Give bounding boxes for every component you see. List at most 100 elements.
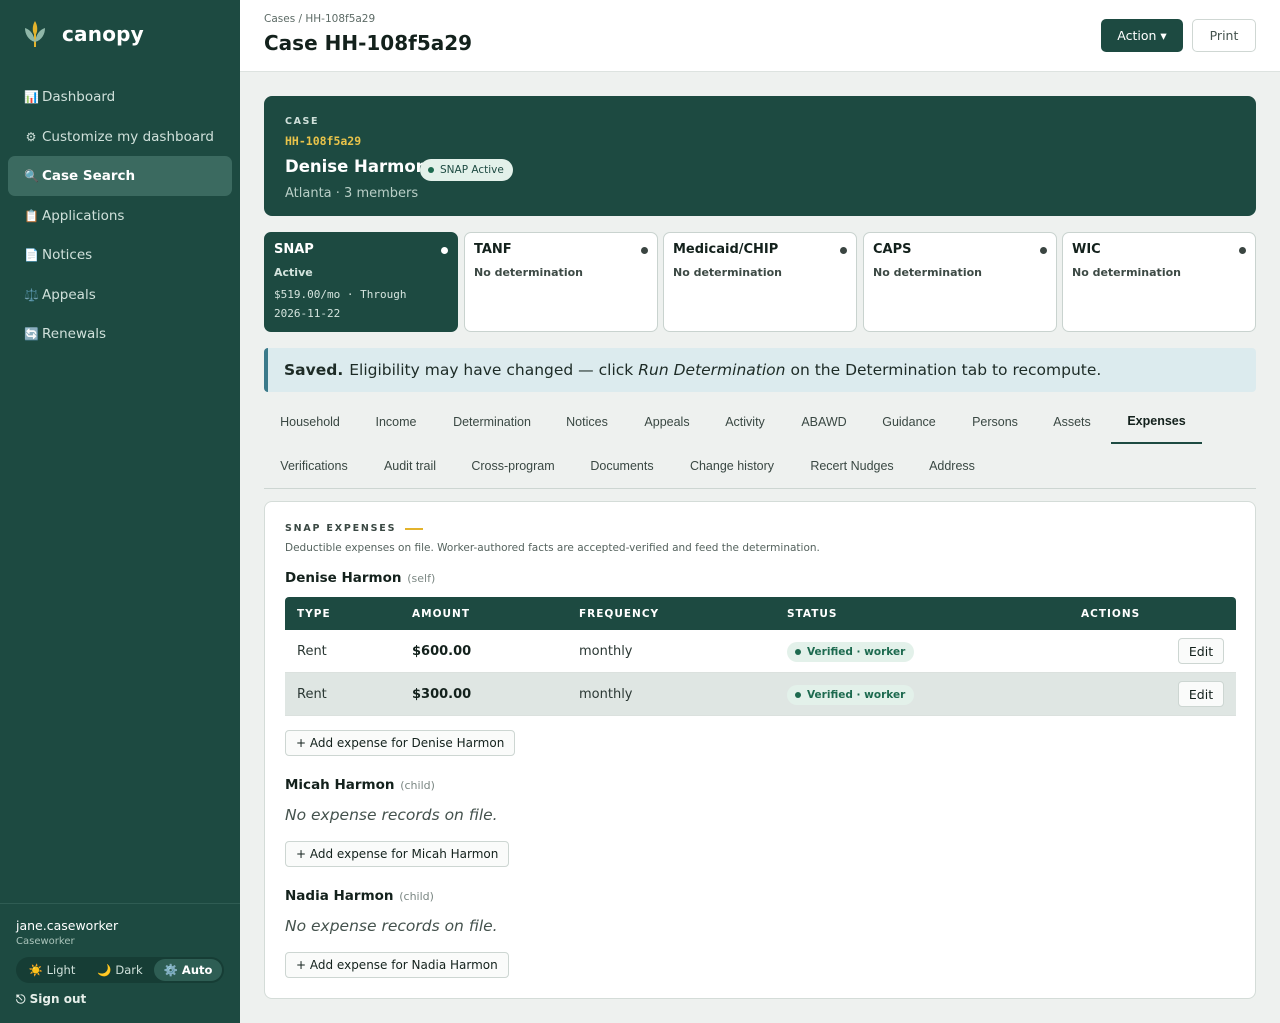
case-meta: Atlanta · 3 members — [285, 186, 419, 201]
add-expense-button-nadia[interactable]: + Add expense for Nadia Harmon — [285, 952, 509, 978]
user-role: Caseworker — [16, 936, 75, 947]
status-dot-icon — [795, 648, 801, 655]
person-name: Micah Harmon — [285, 777, 395, 793]
tab-assets[interactable]: Assets — [1040, 400, 1104, 444]
program-benefit: $519.00/mo · Through — [274, 288, 407, 301]
empty-state: No expense records on file. — [285, 917, 498, 935]
brand-name: canopy — [62, 22, 144, 46]
status-badge: Verified · worker — [787, 641, 915, 662]
column-header-amount: AMOUNT — [412, 607, 470, 620]
sidebar-item-appeals[interactable]: ⚖️ Appeals — [8, 275, 232, 315]
program-card-medicaid-chip[interactable]: Medicaid/CHIP No determination — [663, 232, 857, 332]
sidebar-item-label: Customize my dashboard — [42, 128, 214, 145]
tab-address[interactable]: Address — [916, 444, 988, 488]
expenses-panel: SNAP EXPENSES Deductible expenses on fil… — [264, 501, 1256, 999]
tab-household[interactable]: Household — [264, 400, 356, 444]
expenses-table: TYPE AMOUNT FREQUENCY STATUS ACTIONS Ren… — [285, 597, 1236, 716]
sidebar-item-renewals[interactable]: 🔄 Renewals — [8, 314, 232, 354]
edit-button[interactable]: Edit — [1178, 681, 1224, 707]
program-name: SNAP — [274, 242, 314, 257]
expense-type: Rent — [297, 644, 327, 659]
add-expense-button-denise[interactable]: + Add expense for Denise Harmon — [285, 730, 516, 756]
scales-icon: ⚖️ — [24, 287, 39, 302]
sign-out-link[interactable]: ⎋ Sign out — [16, 992, 224, 1007]
empty-state: No expense records on file. — [285, 806, 498, 824]
tab-activity[interactable]: Activity — [712, 400, 778, 444]
alert-strong: Saved. — [284, 361, 344, 379]
tab-abawd[interactable]: ABAWD — [790, 400, 858, 444]
tab-income[interactable]: Income — [360, 400, 432, 444]
tab-appeals[interactable]: Appeals — [628, 400, 706, 444]
person-heading: Micah Harmon (child) — [285, 777, 435, 793]
theme-light-button[interactable]: ☀️ Light — [18, 959, 86, 981]
sidebar-item-notices[interactable]: 📄 Notices — [8, 235, 232, 275]
program-card-snap[interactable]: SNAP Active $519.00/mo · Through 2026-11… — [264, 232, 458, 332]
case-id: HH-108f5a29 — [285, 134, 362, 148]
edit-button[interactable]: Edit — [1178, 638, 1224, 664]
alert-text-2: on the Determination tab to recompute. — [790, 361, 1102, 379]
status-badge: SNAP Active — [420, 159, 513, 181]
program-card-tanf[interactable]: TANF No determination — [464, 232, 658, 332]
tab-determination[interactable]: Determination — [439, 400, 545, 444]
expense-status: Verified · worker — [787, 630, 915, 673]
program-status: Active — [274, 266, 313, 279]
page-title: Case HH-108f5a29 — [264, 31, 473, 55]
sidebar-item-applications[interactable]: 📋 Applications — [8, 196, 232, 236]
tab-change-history[interactable]: Change history — [676, 444, 788, 488]
program-status: No determination — [474, 266, 583, 279]
tab-cross-program[interactable]: Cross-program — [458, 444, 568, 488]
expense-frequency: monthly — [579, 687, 633, 702]
status-badge: Verified · worker — [787, 684, 915, 705]
panel-title-text: SNAP EXPENSES — [285, 523, 397, 534]
expense-status: Verified · worker — [787, 673, 915, 716]
table-row: Rent $300.00 monthly Verified · worker E… — [285, 673, 1236, 716]
add-expense-button-micah[interactable]: + Add expense for Micah Harmon — [285, 841, 510, 867]
chart-icon: 📊 — [24, 90, 39, 104]
status-dot-icon — [840, 247, 847, 254]
person-name: Nadia Harmon — [285, 888, 394, 904]
sidebar-item-case-search[interactable]: 🔍 Case Search — [8, 156, 232, 196]
panel-title: SNAP EXPENSES — [285, 523, 424, 534]
page-header: Cases / HH-108f5a29 Case HH-108f5a29 Act… — [240, 0, 1280, 72]
status-dot-icon — [441, 247, 448, 254]
search-icon: 🔍 — [24, 169, 39, 183]
program-status: No determination — [673, 266, 782, 279]
status-dot-icon — [428, 167, 434, 173]
status-label: Verified · worker — [807, 645, 906, 658]
case-banner: CASE HH-108f5a29 Denise Harmon SNAP Acti… — [264, 96, 1256, 216]
sidebar-item-dashboard[interactable]: 📊 Dashboard — [8, 77, 232, 117]
tab-expenses[interactable]: Expenses — [1111, 400, 1202, 444]
person-relation: (child) — [400, 779, 435, 792]
breadcrumb[interactable]: Cases / HH-108f5a29 — [264, 13, 375, 25]
expense-frequency: monthly — [579, 644, 633, 659]
theme-auto-button[interactable]: ⚙️ Auto — [154, 959, 222, 981]
sidebar-item-customize-dashboard[interactable]: ⚙ Customize my dashboard — [8, 117, 232, 157]
alert-text: Eligibility may have changed — click — [349, 361, 634, 379]
action-button[interactable]: Action ▾ — [1101, 19, 1183, 52]
program-name: WIC — [1072, 242, 1101, 257]
tab-notices[interactable]: Notices — [552, 400, 622, 444]
person-heading: Denise Harmon (self) — [285, 570, 435, 586]
tab-persons[interactable]: Persons — [958, 400, 1032, 444]
tab-verifications[interactable]: Verifications — [264, 444, 364, 488]
tab-recert-nudges[interactable]: Recert Nudges — [798, 444, 906, 488]
wheat-icon — [22, 20, 48, 48]
person-name: Denise Harmon — [285, 570, 402, 586]
tab-guidance[interactable]: Guidance — [869, 400, 949, 444]
status-dot-icon — [1040, 247, 1047, 254]
column-header-actions: ACTIONS — [1081, 607, 1141, 620]
print-button[interactable]: Print — [1192, 19, 1256, 52]
sidebar-item-label: Dashboard — [42, 89, 116, 105]
tab-audit-trail[interactable]: Audit trail — [372, 444, 448, 488]
person-relation: (self) — [407, 572, 436, 585]
sidebar: canopy 📊 Dashboard ⚙ Customize my dashbo… — [0, 0, 240, 1023]
sidebar-item-label: Renewals — [42, 326, 107, 342]
theme-dark-button[interactable]: 🌙 Dark — [86, 959, 154, 981]
theme-toggle: ☀️ Light 🌙 Dark ⚙️ Auto — [16, 957, 224, 983]
brand[interactable]: canopy — [22, 20, 144, 48]
program-card-wic[interactable]: WIC No determination — [1062, 232, 1256, 332]
program-card-caps[interactable]: CAPS No determination — [863, 232, 1057, 332]
status-dot-icon — [795, 691, 801, 698]
program-status: No determination — [1072, 266, 1181, 279]
tab-documents[interactable]: Documents — [578, 444, 666, 488]
